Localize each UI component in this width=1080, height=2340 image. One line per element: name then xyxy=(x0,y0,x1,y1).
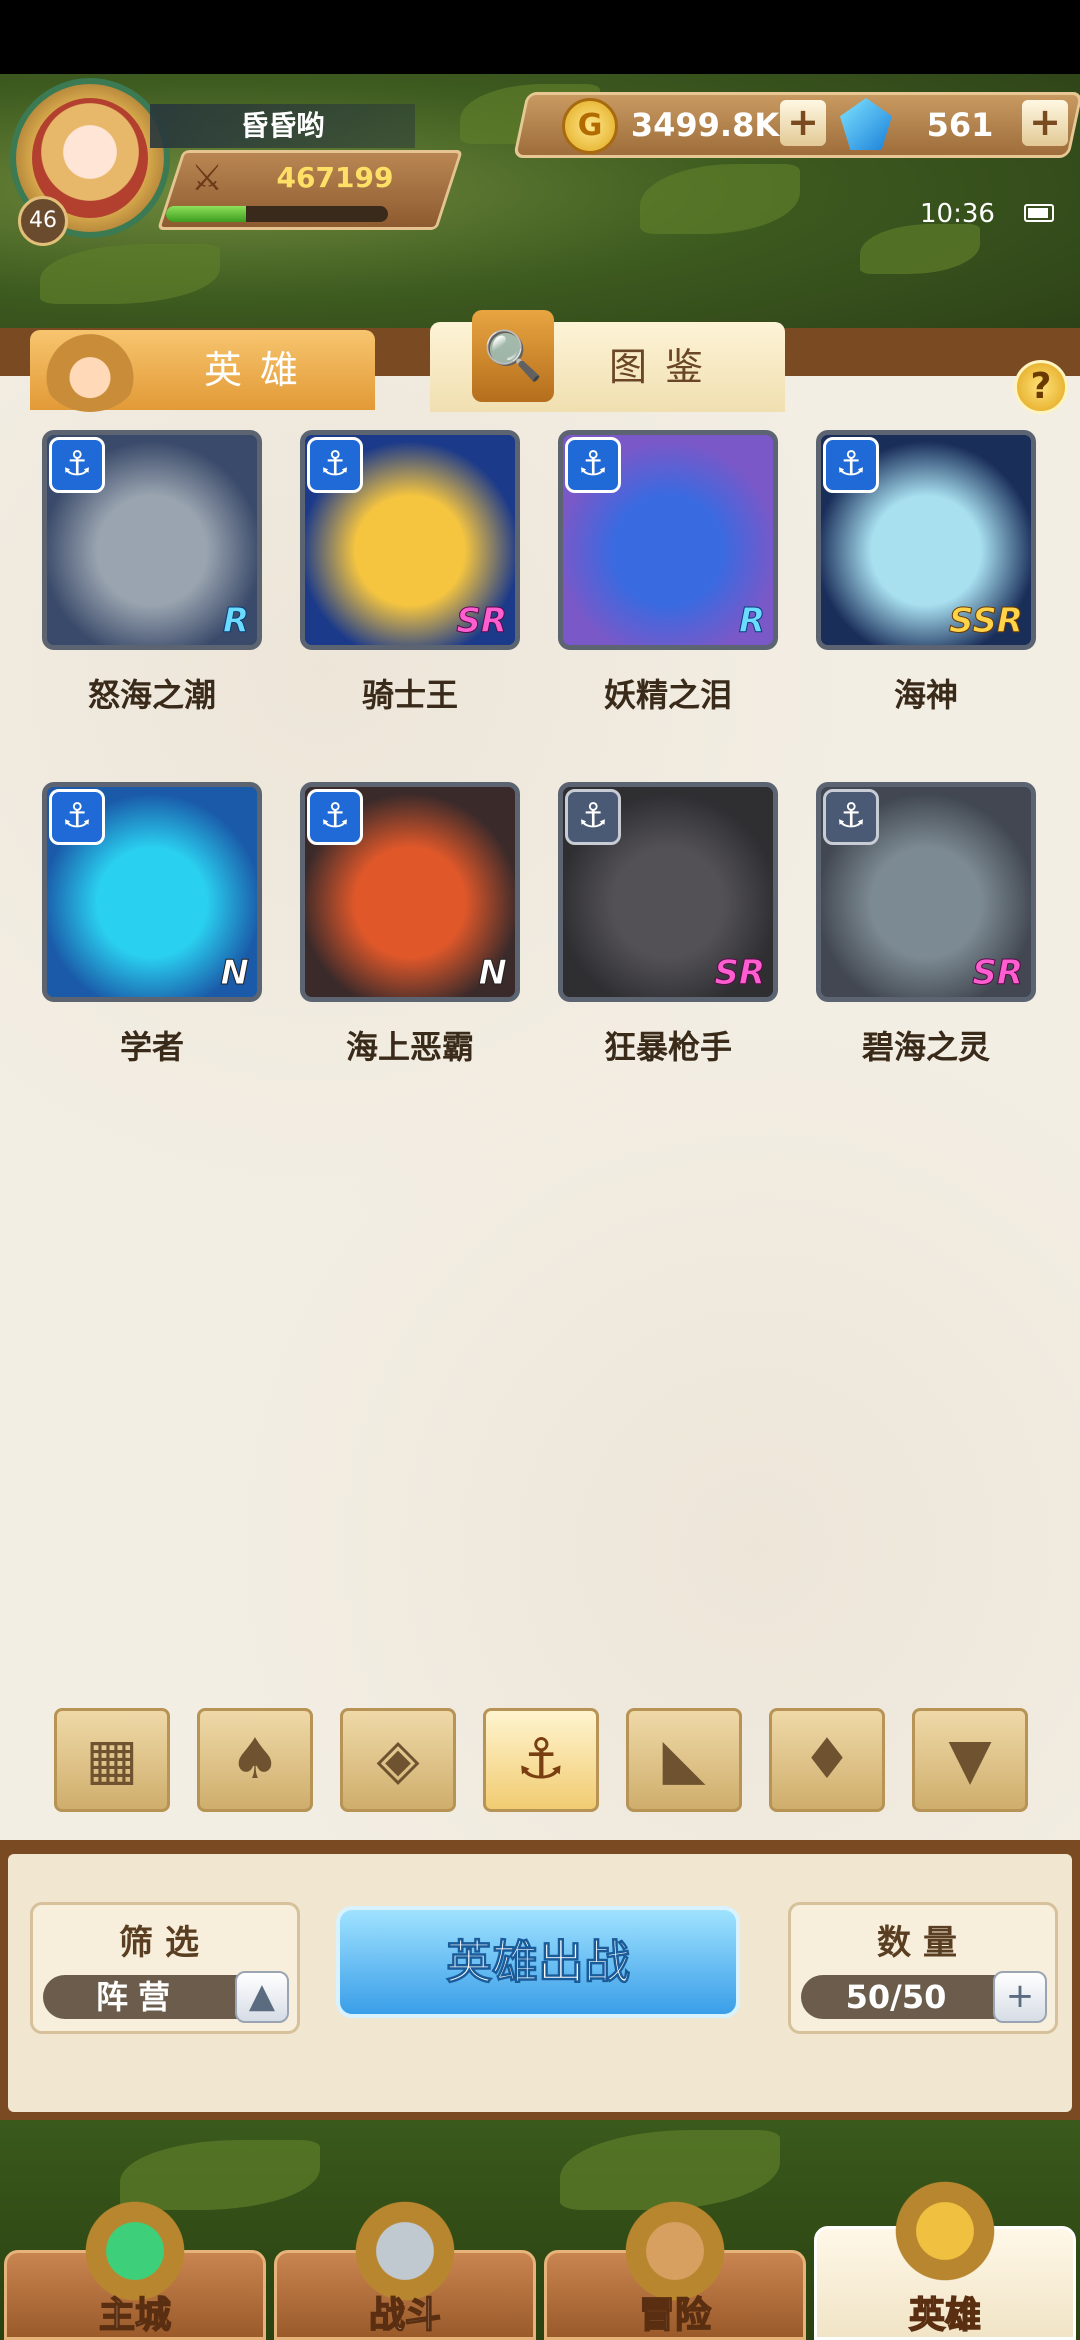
hero-card[interactable]: ⚓ SR xyxy=(558,782,778,1002)
anchor-faction-icon: ⚓ xyxy=(565,789,621,845)
grid-icon[interactable]: ▦ xyxy=(54,1708,170,1812)
leaf-decoration xyxy=(40,244,220,304)
rarity-badge: SR xyxy=(456,601,508,642)
tab-codex-label: 图鉴 xyxy=(608,345,721,389)
anchor-faction-icon: ⚓ xyxy=(49,789,105,845)
hero-name: 海上恶霸 xyxy=(345,1028,474,1066)
rarity-badge: SSR xyxy=(949,601,1024,642)
count-box: 数量 50/50 + xyxy=(788,1902,1058,2034)
rarity-badge: N xyxy=(478,953,507,994)
knight-helmet-icon xyxy=(40,326,140,412)
add-gold-button[interactable]: + xyxy=(780,100,826,146)
hero-card[interactable]: ⚓ R xyxy=(42,430,262,650)
gem-amount: 561 xyxy=(926,106,994,144)
filter-box: 筛选 阵营 ▲ xyxy=(30,1902,300,2034)
gold-amount: 3499.8K xyxy=(630,106,780,144)
rarity-badge: SR xyxy=(972,953,1024,994)
count-title: 数量 xyxy=(877,1923,969,1963)
player-name: 昏昏哟 xyxy=(150,104,415,148)
gold-coin-icon: G xyxy=(562,98,618,154)
hero-card[interactable]: ⚓ N xyxy=(42,782,262,1002)
player-power: 467199 xyxy=(276,161,394,194)
wing-faction-icon[interactable]: ▼ xyxy=(912,1708,1028,1812)
anchor-faction-icon: ⚓ xyxy=(823,437,879,493)
hero-name: 怒海之潮 xyxy=(87,676,216,714)
leaf-decoration xyxy=(640,164,800,234)
horn-faction-icon[interactable]: ♦ xyxy=(769,1708,885,1812)
xp-fill xyxy=(166,206,246,222)
tab-heroes-label: 英雄 xyxy=(203,348,316,392)
anchor-faction-icon: ⚓ xyxy=(307,437,363,493)
hero-name: 骑士王 xyxy=(361,676,458,714)
add-gems-button[interactable]: + xyxy=(1022,100,1068,146)
hero-name: 学者 xyxy=(119,1028,184,1066)
nav-label: 战斗 xyxy=(368,2294,442,2337)
player-avatar[interactable]: 46 xyxy=(10,78,170,246)
hero-name: 海神 xyxy=(893,676,958,714)
chevron-up-icon[interactable]: ▲ xyxy=(235,1971,289,2023)
hero-name: 碧海之灵 xyxy=(861,1028,990,1066)
nav-label: 主城 xyxy=(98,2294,172,2337)
rarity-badge: SR xyxy=(714,953,766,994)
hero-count-value: 50/50 xyxy=(845,1978,947,2016)
anchor-faction-icon: ⚓ xyxy=(823,789,879,845)
magnifier-icon: 🔍 xyxy=(472,310,554,402)
anchor-faction-icon: ⚓ xyxy=(565,437,621,493)
status-strip xyxy=(0,0,1080,74)
deploy-heroes-button[interactable]: 英雄出战 xyxy=(336,1906,740,2018)
beast-faction-icon[interactable]: ◣ xyxy=(626,1708,742,1812)
hero-card[interactable]: ⚓ SR xyxy=(816,782,1036,1002)
rarity-badge: N xyxy=(220,953,249,994)
filter-title: 筛选 xyxy=(119,1923,211,1963)
nav-emblem-icon xyxy=(885,2176,1005,2286)
hero-card[interactable]: ⚓ N xyxy=(300,782,520,1002)
clock: 10:36 xyxy=(920,199,995,229)
anchor-faction-icon: ⚓ xyxy=(49,437,105,493)
leaf-faction-icon[interactable]: ♠ xyxy=(197,1708,313,1812)
anchor-faction-icon[interactable]: ⚓ xyxy=(483,1708,599,1812)
battery-icon xyxy=(1024,204,1054,222)
filter-value-label: 阵营 xyxy=(95,1978,180,2016)
player-level-badge: 46 xyxy=(18,196,68,246)
hero-name: 妖精之泪 xyxy=(603,676,732,714)
nav-label: 冒险 xyxy=(638,2294,712,2337)
diamond-faction-icon[interactable]: ◈ xyxy=(340,1708,456,1812)
hero-card[interactable]: ⚓ SSR xyxy=(816,430,1036,650)
rarity-badge: R xyxy=(738,601,765,642)
anchor-faction-icon: ⚓ xyxy=(307,789,363,845)
crossed-swords-icon: ⚔ xyxy=(190,158,224,199)
xp-bar xyxy=(166,206,388,222)
expand-capacity-button[interactable]: + xyxy=(993,1971,1047,2023)
hero-card[interactable]: ⚓ R xyxy=(558,430,778,650)
rarity-badge: R xyxy=(222,601,249,642)
nav-label: 英雄 xyxy=(908,2294,982,2337)
help-button[interactable]: ? xyxy=(1014,360,1068,414)
hero-card[interactable]: ⚓ SR xyxy=(300,430,520,650)
hero-name: 狂暴枪手 xyxy=(603,1028,732,1066)
